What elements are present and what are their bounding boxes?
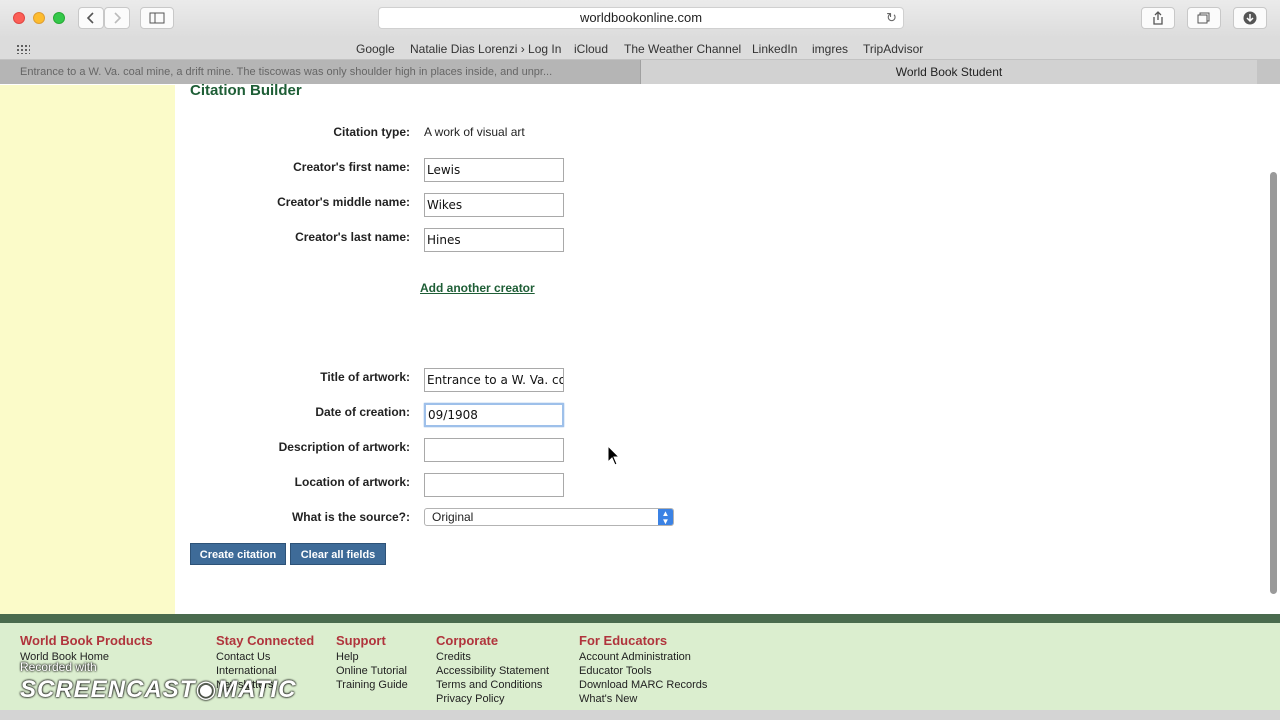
window-close-button[interactable] (13, 12, 25, 24)
middle-name-label: Creator's middle name: (277, 195, 410, 209)
tab-world-book-student[interactable]: World Book Student (640, 60, 1257, 84)
tab-bar: Entrance to a W. Va. coal mine, a drift … (0, 60, 1280, 84)
footer-col-corporate: Corporate Credits Accessibility Statemen… (436, 633, 549, 706)
watermark-line2: SCREENCAST◉MATIC (20, 676, 297, 703)
reload-icon[interactable]: ↻ (886, 8, 897, 28)
bookmark-natalie[interactable]: Natalie Dias Lorenzi › Log In (410, 42, 561, 56)
footer-link[interactable]: Online Tutorial (336, 664, 408, 678)
left-sidebar (0, 85, 175, 614)
title-input[interactable]: Entrance to a W. Va. coa (424, 368, 564, 392)
footer-link[interactable]: What's New (579, 692, 707, 706)
location-label: Location of artwork: (294, 475, 410, 489)
share-button[interactable] (1141, 7, 1175, 29)
bookmark-google[interactable]: Google (356, 42, 395, 56)
create-citation-button[interactable]: Create citation (190, 543, 286, 565)
back-button[interactable] (78, 7, 104, 29)
footer-heading: Corporate (436, 633, 499, 648)
source-select-value: Original (432, 510, 474, 524)
chevron-left-icon (86, 12, 94, 24)
footer-heading: World Book Products (20, 633, 153, 648)
footer-col-educators: For Educators Account Administration Edu… (579, 633, 707, 706)
add-another-creator-link[interactable]: Add another creator (420, 281, 535, 295)
citation-type-value: A work of visual art (424, 125, 525, 139)
footer-col-support: Support Help Online Tutorial Training Gu… (336, 633, 408, 692)
date-label: Date of creation: (315, 405, 410, 419)
forward-button[interactable] (104, 7, 130, 29)
footer-link[interactable]: Download MARC Records (579, 678, 707, 692)
bookmark-imgres[interactable]: imgres (812, 42, 848, 56)
footer-link[interactable]: Privacy Policy (436, 692, 549, 706)
url-text: worldbookonline.com (579, 10, 703, 25)
new-tab-button[interactable] (1257, 60, 1280, 84)
footer-link[interactable]: Training Guide (336, 678, 408, 692)
footer-heading: Support (336, 633, 386, 648)
browser-toolbar: worldbookonline.com ↻ (0, 0, 1280, 38)
footer-link[interactable]: Account Administration (579, 650, 707, 664)
share-icon (1153, 11, 1163, 25)
last-name-label: Creator's last name: (295, 230, 410, 244)
bookmarks-bar: Google Natalie Dias Lorenzi › Log In iCl… (0, 38, 1280, 60)
sidebar-icon (149, 12, 165, 24)
address-bar[interactable]: worldbookonline.com ↻ (378, 7, 904, 29)
middle-name-input[interactable]: Wikes (424, 193, 564, 217)
footer-link[interactable]: Educator Tools (579, 664, 707, 678)
first-name-label: Creator's first name: (293, 160, 410, 174)
footer-link[interactable]: Help (336, 650, 408, 664)
footer-link[interactable]: Terms and Conditions (436, 678, 549, 692)
last-name-input[interactable]: Hines (424, 228, 564, 252)
description-input[interactable] (424, 438, 564, 462)
first-name-input[interactable]: Lewis (424, 158, 564, 182)
footer-heading: Stay Connected (216, 633, 315, 648)
tabs-icon (1197, 12, 1210, 24)
screencast-watermark: Recorded with SCREENCAST◉MATIC (20, 660, 297, 704)
bookmark-weather-channel[interactable]: The Weather Channel (624, 42, 741, 56)
window-maximize-button[interactable] (53, 12, 65, 24)
bookmark-linkedin[interactable]: LinkedIn (752, 42, 797, 56)
downloads-button[interactable] (1233, 7, 1267, 29)
citation-type-label: Citation type: (333, 125, 410, 139)
top-sites-icon[interactable] (16, 44, 30, 54)
window-minimize-button[interactable] (33, 12, 45, 24)
chevron-right-icon (114, 12, 122, 24)
mouse-cursor-icon (607, 445, 621, 466)
footer-heading: For Educators (579, 633, 668, 648)
footer-divider (0, 614, 1280, 623)
source-select[interactable]: Original ▲ ▼ (424, 508, 674, 526)
location-input[interactable] (424, 473, 564, 497)
source-label: What is the source?: (291, 510, 410, 524)
footer-link[interactable]: Accessibility Statement (436, 664, 549, 678)
scrollbar-thumb[interactable] (1270, 172, 1277, 594)
title-label: Title of artwork: (320, 370, 410, 384)
date-input[interactable]: 09/1908 (424, 403, 564, 427)
sidebar-toggle-button[interactable] (140, 7, 174, 29)
bookmark-tripadvisor[interactable]: TripAdvisor (863, 42, 923, 56)
tab-coal-mine[interactable]: Entrance to a W. Va. coal mine, a drift … (0, 60, 640, 84)
tabs-overview-button[interactable] (1187, 7, 1221, 29)
download-icon (1243, 11, 1257, 25)
bookmark-icloud[interactable]: iCloud (574, 42, 608, 56)
chevron-up-down-icon: ▲ ▼ (658, 509, 673, 526)
page-title: Citation Builder (190, 82, 302, 99)
clear-all-fields-button[interactable]: Clear all fields (290, 543, 386, 565)
description-label: Description of artwork: (278, 440, 410, 454)
window-bottom-edge (0, 710, 1280, 720)
watermark-line1: Recorded with (20, 660, 97, 674)
footer-link[interactable]: Credits (436, 650, 549, 664)
